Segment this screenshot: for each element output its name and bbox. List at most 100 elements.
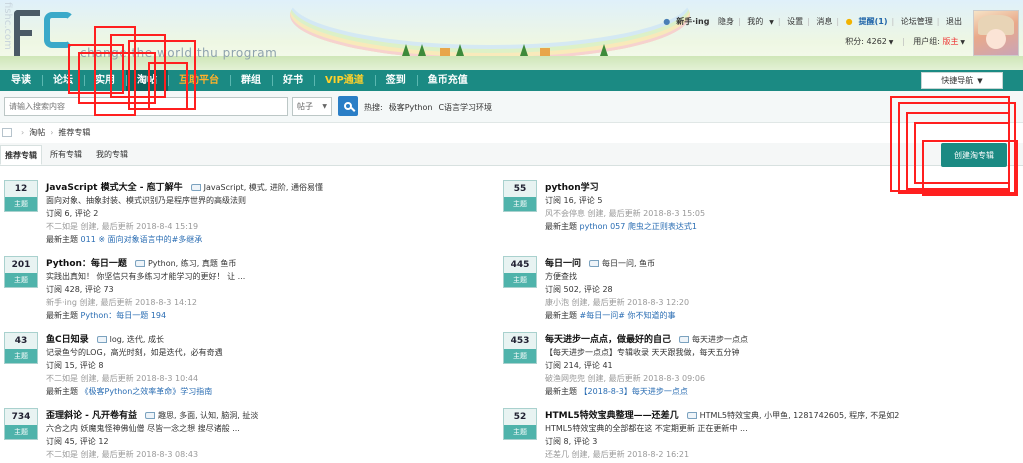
latest-label: 最新主题 bbox=[545, 311, 577, 320]
badge-label: 主题 bbox=[5, 197, 37, 211]
search-icon bbox=[344, 102, 352, 110]
annotation-box bbox=[148, 62, 188, 110]
user-link-settings[interactable]: 设置 bbox=[787, 17, 803, 26]
nav-item-guide[interactable]: 导读 bbox=[0, 70, 42, 91]
nav-item-groups[interactable]: 群组 bbox=[230, 70, 272, 91]
collection-item[interactable]: 734 主题 歪理斜论 - 凡开卷有益 趣思, 多面, 认知, 脑洞, 扯淡 六合之… bbox=[4, 408, 464, 463]
collection-desc: 实践出真知！ 你坚信只有多练习才能学习的更好！ 让 ... bbox=[46, 272, 246, 281]
quick-nav-label: 快捷导航 bbox=[941, 76, 974, 85]
user-link-mine[interactable]: 我的 bbox=[747, 17, 763, 26]
collection-stats: 订阅 8, 评论 3 bbox=[545, 437, 598, 446]
user-stats-bar: 积分: 4262 ▼ | 用户组: 版主 ▼ bbox=[845, 37, 965, 46]
username-link[interactable]: 新手·ing bbox=[676, 17, 709, 26]
collection-item[interactable]: 52 主题 HTML5特效宝典整理——还差几 HTML5特效宝典, 小甲鱼, 128… bbox=[503, 408, 963, 463]
collection-tags: 趣思, 多面, 认知, 脑洞, 扯淡 bbox=[158, 411, 259, 420]
user-link-messages[interactable]: 消息 bbox=[816, 17, 832, 26]
tree-icon bbox=[456, 44, 464, 56]
nav-item-vip[interactable]: VIP通道 bbox=[314, 70, 375, 91]
collection-title[interactable]: JavaScript 模式大全 - 庖丁解牛 bbox=[46, 183, 183, 193]
collection-item[interactable]: 453 主题 每天进步一点点，做最好的自己 每天进步一点点 【每天进步一点点】专辑收… bbox=[503, 332, 963, 402]
collection-title[interactable]: Python：每日一题 bbox=[46, 259, 127, 269]
tag-icon bbox=[679, 336, 690, 343]
collection-badge: 12 主题 bbox=[4, 180, 38, 212]
forum-admin-link[interactable]: 论坛管理 bbox=[901, 17, 933, 26]
collection-title[interactable]: HTML5特效宝典整理——还差几 bbox=[545, 411, 679, 421]
badge-label: 主题 bbox=[504, 273, 536, 287]
tag-icon bbox=[589, 260, 600, 267]
collection-desc: 六合之内 妖魔鬼怪神佛仙僧 尽皆一念之想 搜尽诸般 ... bbox=[46, 424, 240, 433]
collection-title[interactable]: 每日一问 bbox=[545, 259, 581, 269]
user-link-invisible[interactable]: 隐身 bbox=[718, 17, 734, 26]
collection-stats: 订阅 214, 评论 41 bbox=[545, 361, 613, 370]
nav-item-checkin[interactable]: 签到 bbox=[374, 70, 417, 91]
tab-all[interactable]: 所有专辑 bbox=[46, 145, 86, 165]
collection-item[interactable]: 201 主题 Python：每日一题 Python, 练习, 真题 鱼币 实践出真知… bbox=[4, 256, 464, 326]
thread-count: 445 bbox=[504, 257, 536, 273]
home-icon[interactable] bbox=[2, 127, 12, 137]
badge-label: 主题 bbox=[5, 425, 37, 439]
tag-icon bbox=[686, 412, 697, 419]
tree-icon bbox=[520, 44, 528, 56]
latest-thread-link[interactable]: #每日一问# 你不知道的事 bbox=[580, 311, 676, 320]
collection-item[interactable]: 445 主题 每日一问 每日一问, 鱼币 方便查找 订阅 502, 评论 28 康小… bbox=[503, 256, 963, 326]
house-icon bbox=[540, 48, 550, 56]
remind-link[interactable]: 提醒(1) bbox=[859, 17, 888, 26]
collection-meta: 新手·ing 创建, 最后更新 2018-8-3 14:12 bbox=[46, 298, 197, 307]
collection-badge: 43 主题 bbox=[4, 332, 38, 364]
breadcrumb-item[interactable]: 淘帖 bbox=[29, 127, 45, 138]
collection-title[interactable]: python学习 bbox=[545, 183, 599, 193]
collection-badge: 55 主题 bbox=[503, 180, 537, 212]
collection-title[interactable]: 歪理斜论 - 凡开卷有益 bbox=[46, 411, 137, 421]
collection-tags: JavaScript, 模式, 进阶, 通俗易懂 bbox=[203, 183, 323, 192]
collection-meta: 破渔网兜兜 创建, 最后更新 2018-8-3 09:06 bbox=[545, 374, 706, 383]
collection-meta: 康小泡 创建, 最后更新 2018-8-3 12:20 bbox=[545, 298, 690, 307]
collection-item[interactable]: 12 主题 JavaScript 模式大全 - 庖丁解牛 JavaScript, 模… bbox=[4, 180, 464, 250]
tree-icon bbox=[402, 44, 410, 56]
tab-recommended[interactable]: 推荐专辑 bbox=[0, 145, 42, 165]
collection-tags: log, 迭代, 成长 bbox=[109, 335, 164, 344]
collection-badge: 201 主题 bbox=[4, 256, 38, 288]
search-type-select[interactable]: 帖子 ▼ bbox=[292, 97, 332, 116]
latest-thread-link[interactable]: Python：每日一题 194 bbox=[81, 311, 167, 320]
collection-title[interactable]: 每天进步一点点，做最好的自己 bbox=[545, 335, 671, 345]
collection-tags: Python, 练习, 真题 鱼币 bbox=[147, 259, 237, 268]
latest-label: 最新主题 bbox=[545, 222, 577, 231]
chevron-down-icon: ▼ bbox=[977, 76, 983, 85]
nav-item-books[interactable]: 好书 bbox=[272, 70, 314, 91]
collection-badge: 453 主题 bbox=[503, 332, 537, 364]
collection-title[interactable]: 鱼C日知录 bbox=[46, 335, 89, 345]
latest-thread-link[interactable]: 011 ※ 面向对象语言中的#多继承 bbox=[81, 235, 203, 244]
logo-f-mark bbox=[14, 10, 40, 56]
hot-search-label: 热搜: bbox=[364, 103, 383, 112]
latest-thread-link[interactable]: 【2018-8-3】每天进步一点点 bbox=[580, 387, 688, 396]
user-bar: ● 新手·ing 隐身 | 我的 ▼ | 设置 | 消息 | ● 提醒(1) | 论坛管理 | 退… bbox=[663, 17, 962, 26]
collection-tags: HTML5特效宝典, 小甲鱼, 1281742605, 程序, 不是如2 bbox=[699, 411, 900, 420]
collection-stats: 订阅 502, 评论 28 bbox=[545, 285, 613, 294]
hot-word[interactable]: 极客Python bbox=[389, 103, 433, 112]
group-value[interactable]: 版主 bbox=[942, 37, 958, 46]
breadcrumb: › 淘帖 › 推荐专辑 bbox=[0, 124, 90, 140]
search-button[interactable] bbox=[338, 96, 358, 116]
breadcrumb-item[interactable]: 推荐专辑 bbox=[58, 127, 90, 138]
collection-item[interactable]: 43 主题 鱼C日知录 log, 迭代, 成长 记录鱼兮的LOG，高光时刻，如是迭代… bbox=[4, 332, 464, 402]
logout-link[interactable]: 退出 bbox=[946, 17, 962, 26]
latest-thread-link[interactable]: 《极客Python之效率革命》学习指南 bbox=[81, 387, 213, 396]
tag-icon bbox=[145, 412, 156, 419]
chevron-down-icon: ▼ bbox=[322, 103, 327, 110]
collection-tabs: 推荐专辑 所有专辑 我的专辑 创建淘专辑 bbox=[0, 143, 1023, 167]
collection-desc: HTML5特效宝典的全部都在这 不定期更新 正在更新中 ... bbox=[545, 424, 748, 433]
latest-thread-link[interactable]: python 057 爬虫之正则表达式1 bbox=[580, 222, 697, 231]
tab-mine[interactable]: 我的专辑 bbox=[92, 145, 132, 165]
nav-item-recharge[interactable]: 鱼币充值 bbox=[416, 70, 479, 91]
bulb-icon: ● bbox=[845, 17, 853, 26]
latest-label: 最新主题 bbox=[46, 387, 78, 396]
latest-label: 最新主题 bbox=[545, 387, 577, 396]
group-label: 用户组: bbox=[913, 37, 940, 46]
collection-meta: 不二如是 创建, 最后更新 2018-8-4 15:19 bbox=[46, 222, 199, 231]
watermark: fishc.com bbox=[2, 2, 13, 50]
points-label[interactable]: 积分: 4262 bbox=[845, 37, 887, 46]
quick-nav-button[interactable]: 快捷导航 ▼ bbox=[921, 72, 1003, 89]
hot-word[interactable]: C语言学习环境 bbox=[438, 103, 492, 112]
avatar[interactable] bbox=[973, 10, 1019, 56]
collection-meta: 不二如是 创建, 最后更新 2018-8-3 10:44 bbox=[46, 374, 199, 383]
